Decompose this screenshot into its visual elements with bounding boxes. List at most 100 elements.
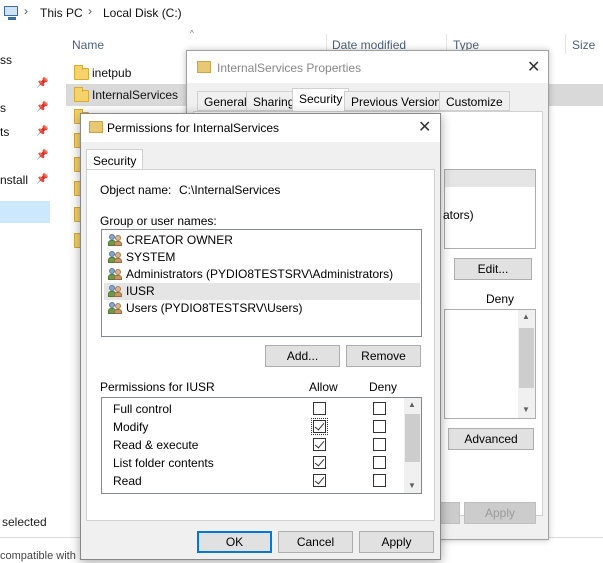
nav-item[interactable]: ts [0,125,9,139]
scrollbar[interactable]: ▲ ▼ [404,398,421,493]
properties-titlebar[interactable]: InternalServices Properties ✕ [187,51,548,83]
remove-button[interactable]: Remove [346,345,421,367]
nav-item[interactable]: s [0,101,6,115]
scrollbar[interactable]: ▲ ▼ [518,310,535,418]
user-group-icon [108,302,122,314]
user-list-item-selected[interactable]: IUSR [104,283,420,300]
permission-row: Full control [104,400,404,418]
pin-icon[interactable]: 📌 [36,126,48,137]
tab-security[interactable]: Security [292,88,350,112]
file-name: inetpub [92,66,132,80]
add-button[interactable]: Add... [265,345,340,367]
list-item[interactable] [445,170,535,187]
folder-icon [74,87,89,102]
deny-column-label: Deny [486,292,515,306]
user-group-icon [108,234,122,246]
ok-button[interactable]: OK [197,531,272,553]
scroll-up-icon[interactable]: ▲ [408,400,416,409]
tab-previous-versions[interactable]: Previous Versions [344,91,455,111]
scroll-thumb[interactable] [519,328,534,388]
allow-checkbox[interactable] [313,438,326,451]
column-divider[interactable] [565,34,566,54]
user-name: Users (PYDIO8TESTSRV\Users) [126,301,303,315]
deny-checkbox[interactable] [373,402,386,415]
user-list-item[interactable]: CREATOR OWNER [104,232,420,249]
permission-name: List folder contents [113,456,214,470]
permissions-list[interactable]: Full control Modify Read & execute List … [101,397,422,494]
nav-item[interactable]: ss [0,53,12,67]
chevron-right-icon[interactable]: › [88,4,92,18]
deny-column-label: Deny [369,380,398,394]
folder-icon [197,61,211,73]
sort-up-icon: ^ [190,29,194,38]
folder-icon [89,121,103,133]
object-name-value: C:\InternalServices [179,183,281,197]
permission-name: Full control [113,402,172,416]
pin-icon[interactable]: 📌 [36,150,48,161]
scroll-thumb[interactable] [405,414,420,462]
user-group-icon [108,285,122,297]
column-header-name[interactable]: Name [72,38,104,52]
permission-row: Read [104,472,404,490]
permission-row: List folder contents [104,454,404,472]
nav-item-selected[interactable] [0,201,50,223]
close-icon[interactable]: ✕ [527,57,540,77]
user-list-item[interactable]: SYSTEM [104,249,420,266]
deny-checkbox[interactable] [373,474,386,487]
breadcrumb-local-disk[interactable]: Local Disk (C:) [103,6,182,20]
advanced-button[interactable]: Advanced [448,428,534,450]
pin-icon[interactable]: 📌 [36,102,48,113]
user-name: SYSTEM [126,250,176,264]
permissions-list-partial[interactable]: ▲ ▼ [444,309,536,419]
scroll-down-icon[interactable]: ▼ [408,481,416,490]
permission-row: Modify [104,418,404,436]
folder-icon [74,65,89,80]
chevron-right-icon[interactable]: › [24,4,28,18]
group-user-list[interactable]: CREATOR OWNER SYSTEM Administrators (PYD… [101,229,422,337]
this-pc-icon [4,6,18,20]
group-users-label: Group or user names: [100,214,217,228]
user-group-icon [108,251,122,263]
permissions-dialog[interactable]: Permissions for InternalServices ✕ Secur… [80,113,441,560]
permission-name: Modify [113,420,149,434]
close-icon[interactable]: ✕ [418,117,431,137]
permissions-titlebar[interactable]: Permissions for InternalServices ✕ [81,114,440,142]
permission-name: Read [113,474,142,488]
user-name: CREATOR OWNER [126,233,233,247]
allow-column-label: Allow [309,380,338,394]
user-list-item[interactable]: Users (PYDIO8TESTSRV\Users) [104,300,420,317]
status-bar-text: selected [2,515,47,529]
pin-icon[interactable]: 📌 [36,78,48,89]
group-list-partial[interactable]: ators) [443,169,536,249]
permissions-security-panel: Object name: C:\InternalServices Group o… [86,169,435,521]
allow-checkbox[interactable] [313,474,326,487]
nav-item[interactable]: nstall [0,173,28,187]
allow-checkbox[interactable] [313,402,326,415]
user-list-item[interactable]: Administrators (PYDIO8TESTSRV\Administra… [104,266,420,283]
allow-checkbox[interactable] [311,418,328,435]
properties-apply-button[interactable]: Apply [464,502,536,524]
pin-icon[interactable]: 📌 [36,174,48,185]
user-name: Administrators (PYDIO8TESTSRV\Administra… [126,267,394,281]
user-group-icon [108,268,122,280]
address-bar[interactable]: › This PC › Local Disk (C:) [0,0,603,28]
navigation-pane[interactable]: ss 📌 s 📌 ts 📌 📌 nstall 📌 [0,28,52,528]
deny-checkbox[interactable] [373,456,386,469]
properties-title: InternalServices Properties [217,61,362,75]
scroll-down-icon[interactable]: ▼ [522,405,530,414]
deny-checkbox[interactable] [373,438,386,451]
allow-checkbox[interactable] [313,456,326,469]
cancel-button[interactable]: Cancel [278,531,353,553]
scroll-up-icon[interactable]: ▲ [522,312,530,321]
partial-user-text: ators) [443,208,474,222]
column-header-size[interactable]: Size [572,38,595,52]
apply-button[interactable]: Apply [359,531,434,553]
breadcrumb-this-pc[interactable]: This PC [40,6,83,20]
edit-button[interactable]: Edit... [454,258,532,280]
tab-security[interactable]: Security [86,149,144,170]
deny-checkbox[interactable] [373,420,386,433]
background-page-text: compatible with ... [0,550,89,562]
file-name: InternalServices [92,88,179,102]
permissions-for-label: Permissions for IUSR [100,380,215,394]
tab-customize[interactable]: Customize [439,91,510,111]
